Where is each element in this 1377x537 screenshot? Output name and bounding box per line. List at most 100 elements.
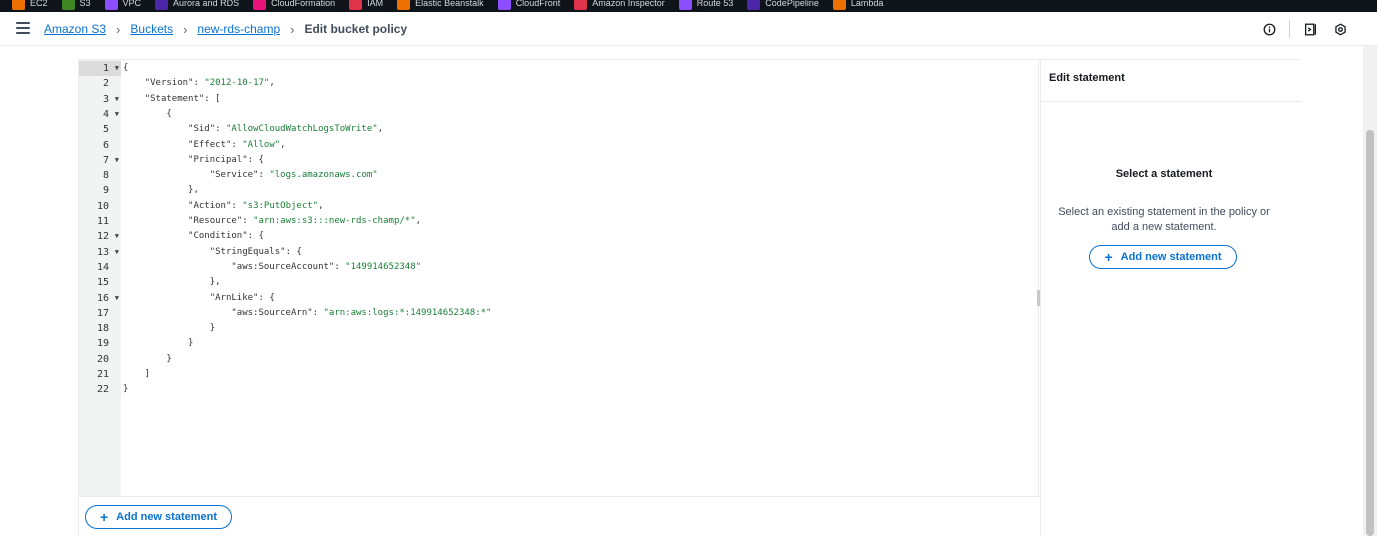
code-line[interactable]: }, bbox=[123, 275, 221, 290]
line-number-label: 16 bbox=[96, 292, 109, 304]
code-lines[interactable]: { "Version": "2012-10-17", "Statement": … bbox=[121, 60, 1038, 496]
line-number: 19 bbox=[79, 336, 121, 351]
favorite-label: Route 53 bbox=[696, 0, 734, 8]
favorite-item[interactable]: CloudFormation bbox=[253, 0, 335, 12]
add-new-statement-label: Add new statement bbox=[116, 511, 218, 523]
fold-arrow-icon[interactable]: ▼ bbox=[115, 291, 119, 306]
favorite-item[interactable]: Route 53 bbox=[678, 0, 734, 12]
code-line[interactable]: "Resource": "arn:aws:s3:::new-rds-champ/… bbox=[123, 214, 421, 229]
editor-footer: + Add new statement bbox=[79, 496, 1039, 537]
favorite-label: EC2 bbox=[30, 0, 48, 8]
code-line[interactable]: } bbox=[123, 321, 215, 336]
code-line[interactable]: "Condition": { bbox=[123, 229, 264, 244]
add-new-statement-button[interactable]: + Add new statement bbox=[85, 505, 232, 529]
line-number: 13 ▼ bbox=[79, 245, 121, 260]
code-line[interactable]: ] bbox=[123, 367, 150, 382]
line-number-label: 1 bbox=[102, 63, 109, 74]
favorite-item[interactable]: VPC bbox=[104, 0, 142, 12]
page-scrollbar[interactable] bbox=[1363, 46, 1377, 536]
fold-arrow-icon[interactable]: ▼ bbox=[115, 245, 119, 260]
page-scrollbar-thumb[interactable] bbox=[1366, 130, 1374, 536]
code-line[interactable]: "ArnLike": { bbox=[123, 291, 275, 306]
line-number-label: 18 bbox=[96, 323, 109, 335]
panel-add-new-statement-button[interactable]: + Add new statement bbox=[1089, 245, 1237, 269]
code-line[interactable]: "Service": "logs.amazonaws.com" bbox=[123, 168, 378, 183]
favorite-item[interactable]: CodePipeline bbox=[747, 0, 819, 12]
edit-statement-panel: Edit statement Select a statement Select… bbox=[1040, 60, 1302, 537]
empty-state-description: Select an existing statement in the poli… bbox=[1058, 206, 1270, 233]
breadcrumb-amazon-s3[interactable]: Amazon S3 bbox=[44, 22, 106, 36]
code-line[interactable]: }, bbox=[123, 183, 199, 198]
panel-add-new-statement-label: Add new statement bbox=[1120, 251, 1222, 263]
chevron-right-icon: › bbox=[290, 21, 295, 37]
favorite-item[interactable]: IAM bbox=[349, 0, 383, 12]
code-line[interactable]: "Effect": "Allow", bbox=[123, 138, 286, 153]
fold-arrow-icon[interactable]: ▼ bbox=[115, 92, 119, 107]
code-line[interactable]: } bbox=[123, 382, 128, 397]
code-line[interactable]: { bbox=[123, 61, 128, 76]
line-number-label: 8 bbox=[102, 170, 109, 182]
favorite-label: CloudFormation bbox=[271, 0, 336, 8]
code-line[interactable]: "aws:SourceAccount": "149914652348" bbox=[123, 260, 421, 275]
line-number: 2 bbox=[79, 76, 121, 91]
favorites-bar: EC2 S3 VPC Aurora and RDS CloudFormation IAM E… bbox=[0, 0, 1377, 12]
line-number: 7 ▼ bbox=[79, 153, 121, 168]
line-number-label: 5 bbox=[102, 124, 109, 136]
line-number-label: 12 bbox=[96, 231, 109, 243]
code-line[interactable]: "Statement": [ bbox=[123, 92, 221, 107]
fold-arrow-icon[interactable]: ▼ bbox=[115, 107, 119, 122]
code-line[interactable]: } bbox=[123, 336, 193, 351]
line-number: 6 bbox=[79, 138, 121, 153]
chevron-right-icon: › bbox=[116, 21, 121, 37]
favorite-item[interactable]: Elastic Beanstalk bbox=[397, 0, 484, 12]
notifications-panel-icon[interactable] bbox=[1303, 22, 1317, 36]
favorite-label: Aurora and RDS bbox=[173, 0, 240, 8]
code-line[interactable]: } bbox=[123, 352, 171, 367]
service-icon bbox=[397, 0, 411, 10]
line-number-label: 22 bbox=[96, 384, 109, 396]
favorite-item[interactable]: EC2 bbox=[12, 0, 48, 12]
fold-arrow-icon[interactable]: ▼ bbox=[115, 229, 119, 244]
code-line[interactable]: "Action": "s3:PutObject", bbox=[123, 199, 323, 214]
line-number-label: 15 bbox=[96, 277, 109, 289]
favorite-item[interactable]: Amazon Inspector bbox=[574, 0, 665, 12]
favorite-label: VPC bbox=[122, 0, 142, 8]
code-line[interactable]: "Sid": "AllowCloudWatchLogsToWrite", bbox=[123, 122, 383, 137]
fold-arrow-icon[interactable]: ▼ bbox=[115, 153, 119, 168]
line-number-label: 21 bbox=[96, 369, 109, 380]
menu-icon[interactable] bbox=[16, 22, 30, 34]
service-icon bbox=[349, 0, 363, 10]
service-icon bbox=[747, 0, 761, 10]
line-number-label: 3 bbox=[102, 93, 109, 105]
code-line[interactable]: "StringEquals": { bbox=[123, 245, 302, 260]
line-number-label: 9 bbox=[102, 185, 109, 197]
fold-arrow-icon[interactable]: ▼ bbox=[115, 61, 119, 76]
breadcrumb-current: Edit bucket policy bbox=[304, 22, 408, 36]
favorite-item[interactable]: S3 bbox=[61, 0, 91, 12]
line-number-label: 10 bbox=[96, 200, 109, 212]
code-line[interactable]: { bbox=[123, 107, 171, 122]
breadcrumb: Amazon S3 › Buckets › new-rds-champ › Ed… bbox=[44, 12, 407, 46]
favorite-label: S3 bbox=[79, 0, 91, 8]
service-icon bbox=[832, 0, 846, 10]
info-icon[interactable] bbox=[1262, 22, 1276, 36]
service-icon bbox=[104, 0, 118, 10]
line-number-label: 13 bbox=[96, 246, 109, 258]
code-line[interactable]: "Version": "2012-10-17", bbox=[123, 76, 275, 91]
settings-icon[interactable] bbox=[1333, 22, 1347, 36]
favorite-item[interactable]: Aurora and RDS bbox=[155, 0, 239, 12]
breadcrumb-bucket[interactable]: new-rds-champ bbox=[197, 22, 280, 36]
line-number: 21 bbox=[79, 367, 121, 382]
service-icon bbox=[574, 0, 588, 10]
policy-code-editor[interactable]: 1 ▼ 2 3 ▼ 4 ▼ 5 6 7 ▼ 8 9 10 11 12 ▼ 13 ▼ 14 15 16 ▼ 17 18 19 20 21… bbox=[79, 60, 1040, 496]
service-icon bbox=[12, 0, 25, 10]
code-line[interactable]: "aws:SourceArn": "arn:aws:logs:*:1499146… bbox=[123, 306, 491, 321]
code-line[interactable]: "Principal": { bbox=[123, 153, 264, 168]
service-icon bbox=[678, 0, 692, 10]
line-number-label: 4 bbox=[102, 108, 109, 120]
favorite-item[interactable]: CloudFront bbox=[497, 0, 560, 12]
favorite-item[interactable]: Lambda bbox=[832, 0, 883, 12]
breadcrumb-buckets[interactable]: Buckets bbox=[130, 22, 173, 36]
line-number: 10 bbox=[79, 199, 121, 214]
service-icon bbox=[61, 0, 75, 10]
